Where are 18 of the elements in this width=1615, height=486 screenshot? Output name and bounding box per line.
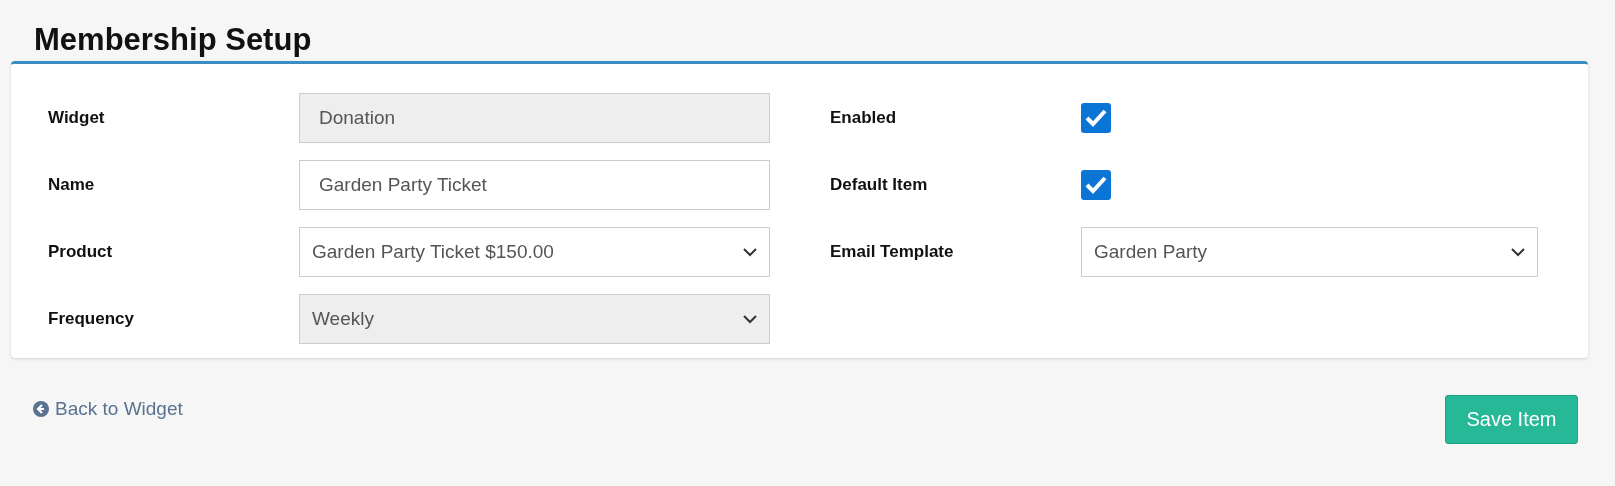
checkbox[interactable] [1081, 103, 1111, 133]
page-title: Membership Setup [33, 21, 313, 59]
field-label: Enabled [830, 108, 898, 128]
field-label: Name [48, 175, 96, 195]
select-field[interactable]: Garden Party [1081, 227, 1538, 277]
field-label: Product [48, 242, 114, 262]
chevron-icon [743, 247, 757, 257]
field-label: Default Item [830, 175, 929, 195]
chevron-icon [1511, 247, 1525, 257]
back-link[interactable]: Back to Widget [33, 398, 183, 420]
arrow-left-icon [33, 401, 49, 417]
select-field[interactable]: Garden Party Ticket $150.00 [299, 227, 770, 277]
field-label: Frequency [48, 309, 135, 329]
text-field[interactable]: Garden Party Ticket [299, 160, 770, 210]
field-label: Email Template [830, 242, 955, 262]
checkbox[interactable] [1081, 170, 1111, 200]
field-label: Widget [48, 108, 106, 128]
chevron-icon [743, 314, 757, 324]
